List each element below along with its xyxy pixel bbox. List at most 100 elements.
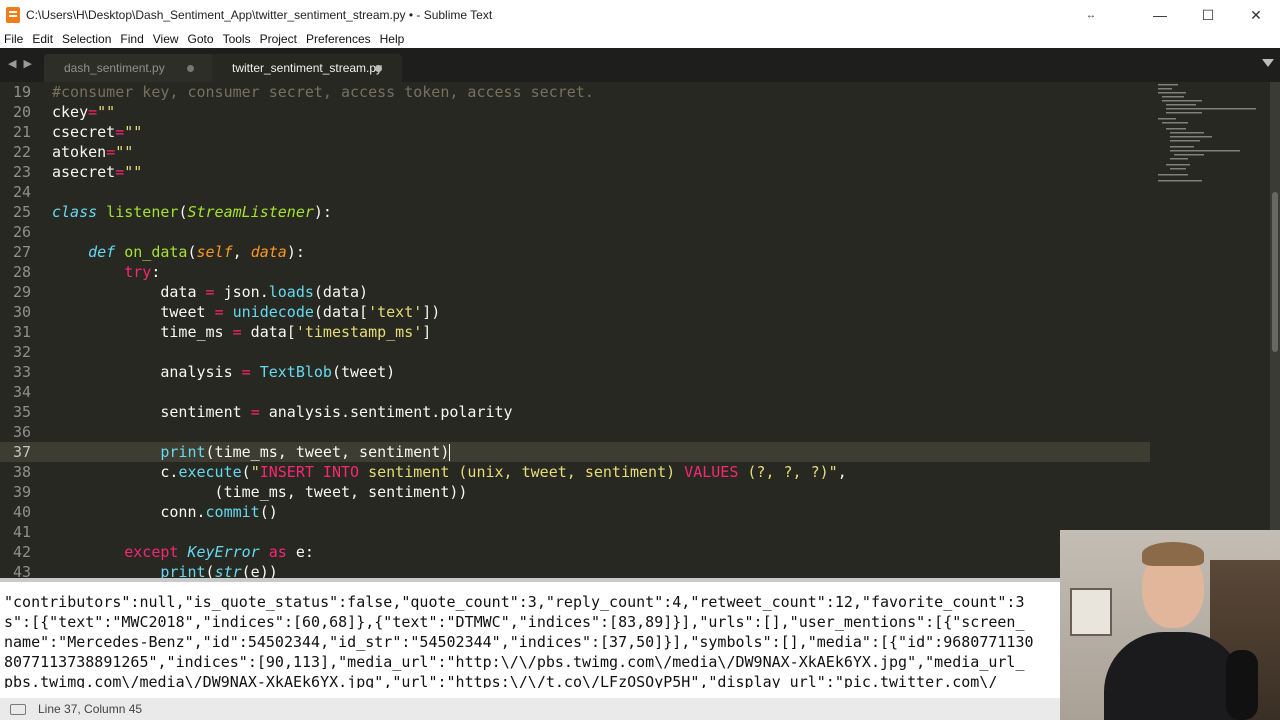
code-text: try: (52, 262, 160, 282)
line-number: 27 (12, 243, 31, 261)
code-text: tweet = unidecode(data['text']) (52, 302, 440, 322)
menu-edit[interactable]: Edit (28, 32, 58, 46)
tab-list-dropdown-icon[interactable] (1262, 59, 1274, 67)
line-number: 37 (12, 443, 31, 461)
code-line[interactable]: 34 (0, 382, 1150, 402)
code-line[interactable]: 42 except KeyError as e: (0, 542, 1150, 562)
code-text: analysis = TextBlob(tweet) (52, 362, 395, 382)
code-text: sentiment = analysis.sentiment.polarity (52, 402, 512, 422)
vertical-scrollbar[interactable] (1270, 82, 1280, 578)
minimize-button[interactable]: — (1136, 0, 1184, 30)
window-controls: ↔ — ☐ ✕ (1076, 0, 1280, 30)
code-line[interactable]: 22 atoken="" (0, 142, 1150, 162)
code-line[interactable]: 36 (0, 422, 1150, 442)
menu-find[interactable]: Find (116, 32, 148, 46)
code-token: , (232, 243, 251, 261)
cursor-position: Line 37, Column 45 (38, 702, 143, 716)
code-line[interactable]: 40 conn.commit() (0, 502, 1150, 522)
menu-tools[interactable]: Tools (219, 32, 256, 46)
webcam-overlay (1060, 530, 1280, 720)
code-line[interactable]: 32 (0, 342, 1150, 362)
code-line[interactable]: 30 tweet = unidecode(data['text']) (0, 302, 1150, 322)
code-token: listener (106, 203, 179, 221)
code-line[interactable]: 21 csecret="" (0, 122, 1150, 142)
code-token: "" (115, 143, 134, 161)
code-line[interactable]: 29 data = json.loads(data) (0, 282, 1150, 302)
code-line[interactable]: 33 analysis = TextBlob(tweet) (0, 362, 1150, 382)
menu-file[interactable]: File (0, 32, 28, 46)
scrollbar-thumb[interactable] (1272, 192, 1278, 352)
line-number: 24 (12, 183, 31, 201)
unsaved-dot-icon[interactable] (187, 65, 194, 72)
tab-navigation-arrows-icon[interactable]: ◀ ▶ (8, 57, 34, 70)
minimap[interactable] (1152, 82, 1262, 192)
code-token: = (232, 323, 242, 341)
code-token: " (250, 463, 260, 481)
tab-dash-sentiment[interactable]: dash_sentiment.py (44, 54, 214, 82)
code-token: time_ms (52, 323, 233, 341)
maximize-button[interactable]: ☐ (1184, 0, 1232, 30)
code-token: atoken (52, 143, 107, 161)
tab-twitter-sentiment-stream[interactable]: twitter_sentiment_stream.py (212, 54, 402, 82)
code-line[interactable]: 35 sentiment = analysis.sentiment.polari… (0, 402, 1150, 422)
code-text: conn.commit() (52, 502, 277, 522)
code-line[interactable]: 25 class listener(StreamListener): (0, 202, 1150, 222)
code-token: StreamListener (187, 203, 314, 221)
code-token: on_data (124, 243, 188, 261)
code-token: #consumer key, consumer secret, access t… (52, 83, 594, 101)
code-token: sentiment (unix, tweet, sentiment) (359, 463, 685, 481)
output-line: name":"Mercedes-Benz","id":54502344,"id_… (4, 633, 1034, 651)
menu-bar: File Edit Selection Find View Goto Tools… (0, 30, 1280, 48)
code-line[interactable]: 27 def on_data(self, data): (0, 242, 1150, 262)
code-line[interactable]: 41 (0, 522, 1150, 542)
menu-preferences[interactable]: Preferences (302, 32, 376, 46)
output-panel-padding (0, 688, 1060, 698)
text-cursor (449, 444, 451, 461)
code-token: data[ (241, 323, 296, 341)
code-line[interactable]: 28 try: (0, 262, 1150, 282)
menu-selection[interactable]: Selection (58, 32, 116, 46)
code-line[interactable]: 26 (0, 222, 1150, 242)
code-line[interactable]: 38 c.execute("INSERT INTO sentiment (uni… (0, 462, 1150, 482)
code-token: print (160, 563, 206, 578)
code-line[interactable]: 24 (0, 182, 1150, 202)
code-token: VALUES (684, 463, 739, 481)
line-number: 22 (12, 143, 31, 161)
code-token: str (214, 563, 242, 578)
code-token: sentiment (52, 403, 251, 421)
code-token: asecret (52, 163, 116, 181)
code-token: execute (178, 463, 242, 481)
code-line[interactable]: 31 time_ms = data['timestamp_ms'] (0, 322, 1150, 342)
code-token: as (268, 543, 287, 561)
code-line[interactable]: 23 asecret="" (0, 162, 1150, 182)
code-line[interactable]: 39 (time_ms, tweet, sentiment)) (0, 482, 1150, 502)
code-line[interactable]: 19 #consumer key, consumer secret, access… (0, 82, 1150, 102)
line-number: 23 (12, 163, 31, 181)
code-line[interactable]: 43 print(str(e)) (0, 562, 1150, 578)
resize-icon[interactable]: ↔ (1076, 0, 1106, 30)
code-token: ]) (422, 303, 441, 321)
code-token: ): (286, 243, 305, 261)
code-text: ckey="" (52, 102, 115, 122)
unsaved-dot-icon[interactable] (375, 65, 382, 72)
panel-toggle-icon[interactable] (10, 703, 26, 715)
menu-view[interactable]: View (149, 32, 184, 46)
code-text: class listener(StreamListener): (52, 202, 332, 222)
menu-help[interactable]: Help (376, 32, 410, 46)
close-button[interactable]: ✕ (1232, 0, 1280, 30)
status-bar: Line 37, Column 45 (0, 698, 1060, 720)
line-number: 25 (12, 203, 31, 221)
build-output-panel[interactable]: "contributors":null,"is_quote_status":fa… (0, 578, 1060, 692)
code-editor[interactable]: 43 print(str(e)) 42 except KeyError as e:… (0, 82, 1280, 578)
code-line[interactable]: 37 print(time_ms, tweet, sentiment) (0, 442, 1150, 462)
code-token: = (241, 363, 251, 381)
menu-project[interactable]: Project (256, 32, 302, 46)
menu-goto[interactable]: Goto (184, 32, 219, 46)
code-line[interactable]: 20 ckey="" (0, 102, 1150, 122)
code-token: tweet (52, 303, 215, 321)
